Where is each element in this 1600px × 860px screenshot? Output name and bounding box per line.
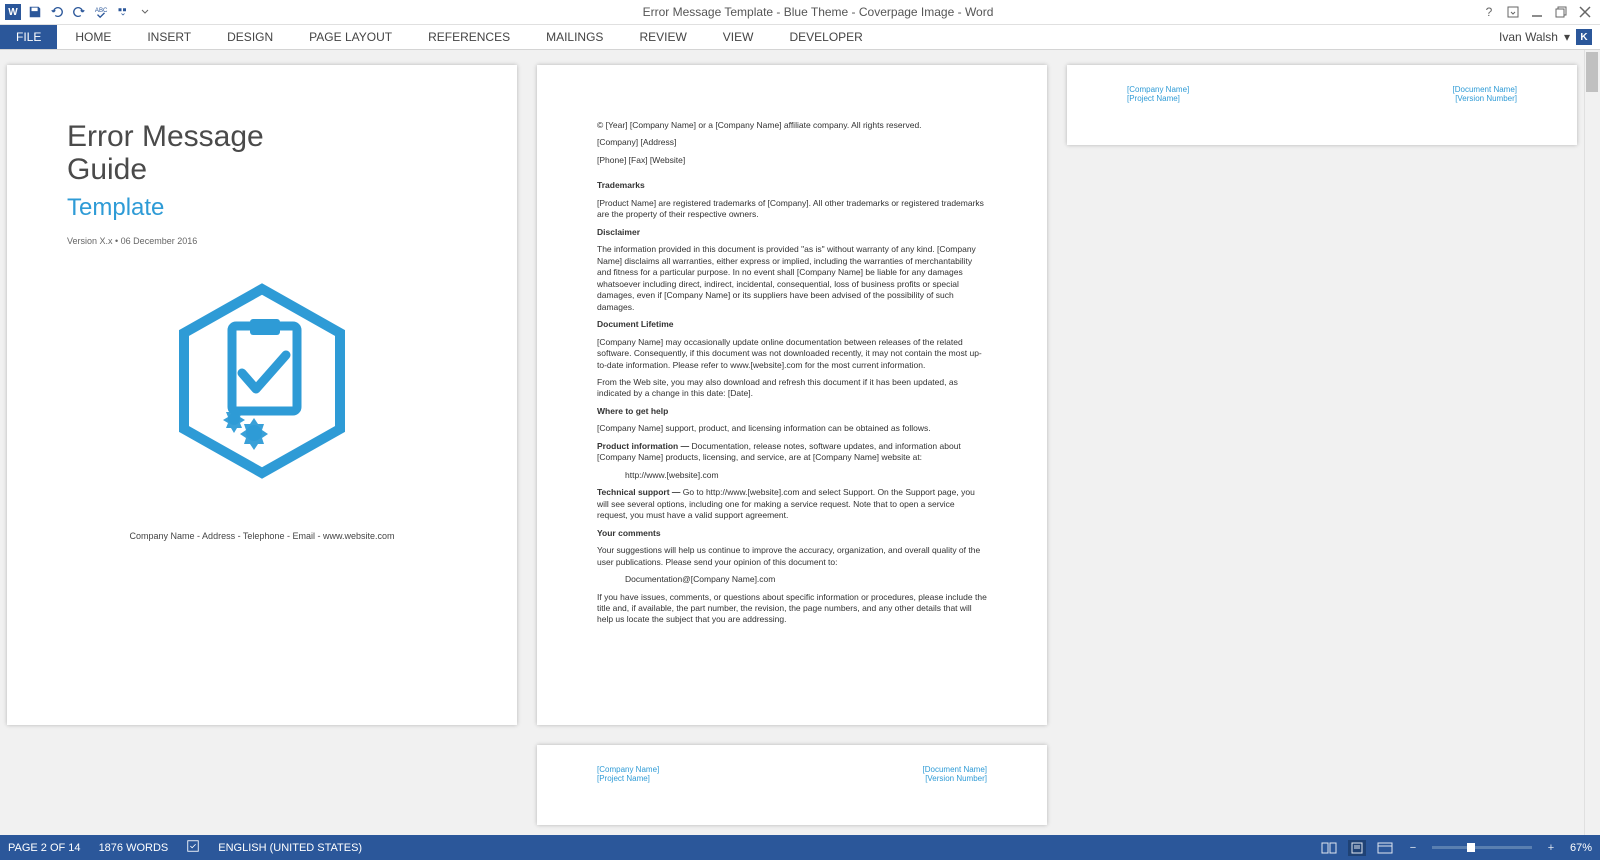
svg-text:ABC: ABC <box>95 7 108 14</box>
product-info: Product information — Documentation, rel… <box>597 441 987 464</box>
close-button[interactable] <box>1578 5 1592 19</box>
window-title: Error Message Template - Blue Theme - Co… <box>154 5 1482 19</box>
cover-version: Version X.x • 06 December 2016 <box>67 236 457 246</box>
page-3[interactable]: [Company Name] [Project Name] [Document … <box>1067 65 1577 145</box>
cover-subtitle: Template <box>67 194 457 222</box>
print-layout-button[interactable] <box>1348 840 1366 856</box>
tab-design[interactable]: DESIGN <box>209 26 291 48</box>
status-words[interactable]: 1876 WORDS <box>99 842 169 854</box>
tab-home[interactable]: HOME <box>57 26 129 48</box>
p4-docname: [Document Name] <box>923 765 987 774</box>
web-layout-button[interactable] <box>1376 840 1394 856</box>
page-4[interactable]: [Company Name] [Project Name] [Document … <box>537 745 1047 825</box>
product-url: http://www.[website].com <box>597 470 987 481</box>
workspace: Error Message Guide Template Version X.x… <box>0 50 1600 835</box>
cover-title-line2: Guide <box>67 153 457 186</box>
p3-docname: [Document Name] <box>1453 85 1517 94</box>
qat-customize[interactable] <box>114 3 132 21</box>
status-page[interactable]: PAGE 2 OF 14 <box>8 842 81 854</box>
help-button[interactable]: ? <box>1482 5 1496 19</box>
help-heading: Where to get help <box>597 406 987 417</box>
read-mode-button[interactable] <box>1320 840 1338 856</box>
comments-text2: If you have issues, comments, or questio… <box>597 592 987 626</box>
status-proof-icon[interactable] <box>186 839 200 856</box>
tab-mailings[interactable]: MAILINGS <box>528 26 621 48</box>
tech-support: Technical support — Go to http://www.[we… <box>597 487 987 521</box>
user-avatar: K <box>1576 29 1592 45</box>
comments-heading: Your comments <box>597 528 987 539</box>
lifetime-text1: [Company Name] may occasionally update o… <box>597 337 987 371</box>
titlebar: W ABC Error Message Template - Blue Them… <box>0 0 1600 25</box>
p3-version: [Version Number] <box>1453 94 1517 103</box>
lifetime-text2: From the Web site, you may also download… <box>597 377 987 400</box>
zoom-level[interactable]: 67% <box>1570 842 1592 854</box>
doc-email: Documentation@[Company Name].com <box>597 574 987 585</box>
quick-access-toolbar: W ABC <box>0 3 154 21</box>
page-1[interactable]: Error Message Guide Template Version X.x… <box>7 65 517 725</box>
help-text: [Company Name] support, product, and lic… <box>597 423 987 434</box>
document-canvas[interactable]: Error Message Guide Template Version X.x… <box>0 50 1584 835</box>
status-language[interactable]: ENGLISH (UNITED STATES) <box>218 842 362 854</box>
address-line: [Company] [Address] <box>597 137 987 148</box>
qat-dropdown[interactable] <box>136 3 154 21</box>
zoom-in-button[interactable]: + <box>1542 840 1560 856</box>
tab-review[interactable]: REVIEW <box>621 26 704 48</box>
redo-button[interactable] <box>70 3 88 21</box>
undo-button[interactable] <box>48 3 66 21</box>
ribbon-tabs: FILE HOME INSERT DESIGN PAGE LAYOUT REFE… <box>0 25 1600 50</box>
page-2[interactable]: © [Year] [Company Name] or a [Company Na… <box>537 65 1047 725</box>
cover-logo <box>162 281 362 481</box>
tab-page-layout[interactable]: PAGE LAYOUT <box>291 26 410 48</box>
zoom-out-button[interactable]: − <box>1404 840 1422 856</box>
app-icon: W <box>4 3 22 21</box>
tab-references[interactable]: REFERENCES <box>410 26 528 48</box>
cover-footer: Company Name - Address - Telephone - Ema… <box>67 531 457 541</box>
save-button[interactable] <box>26 3 44 21</box>
copyright-line: © [Year] [Company Name] or a [Company Na… <box>597 120 987 131</box>
vertical-scrollbar[interactable] <box>1584 50 1600 835</box>
spellcheck-button[interactable]: ABC <box>92 3 110 21</box>
scrollbar-thumb[interactable] <box>1586 52 1598 92</box>
tab-insert[interactable]: INSERT <box>129 26 209 48</box>
p4-company: [Company Name] <box>597 765 659 774</box>
p4-version: [Version Number] <box>923 774 987 783</box>
restore-button[interactable] <box>1554 5 1568 19</box>
trademarks-heading: Trademarks <box>597 180 987 191</box>
user-dropdown-icon: ▾ <box>1564 30 1570 44</box>
minimize-button[interactable] <box>1530 5 1544 19</box>
tab-developer[interactable]: DEVELOPER <box>771 26 880 48</box>
ribbon-options-button[interactable] <box>1506 5 1520 19</box>
p3-project: [Project Name] <box>1127 94 1189 103</box>
file-tab[interactable]: FILE <box>0 25 57 49</box>
titlebar-controls: ? <box>1482 5 1600 19</box>
user-name: Ivan Walsh <box>1499 30 1558 44</box>
tab-view[interactable]: VIEW <box>705 26 772 48</box>
contact-line: [Phone] [Fax] [Website] <box>597 155 987 166</box>
comments-text1: Your suggestions will help us continue t… <box>597 545 987 568</box>
zoom-slider-thumb[interactable] <box>1467 843 1475 852</box>
statusbar: PAGE 2 OF 14 1876 WORDS ENGLISH (UNITED … <box>0 835 1600 860</box>
lifetime-heading: Document Lifetime <box>597 319 987 330</box>
p3-company: [Company Name] <box>1127 85 1189 94</box>
disclaimer-text: The information provided in this documen… <box>597 244 987 313</box>
zoom-slider[interactable] <box>1432 846 1532 849</box>
cover-title-line1: Error Message <box>67 120 457 153</box>
disclaimer-heading: Disclaimer <box>597 227 987 238</box>
trademarks-text: [Product Name] are registered trademarks… <box>597 198 987 221</box>
user-area[interactable]: Ivan Walsh ▾ K <box>1499 29 1600 45</box>
p4-project: [Project Name] <box>597 774 659 783</box>
